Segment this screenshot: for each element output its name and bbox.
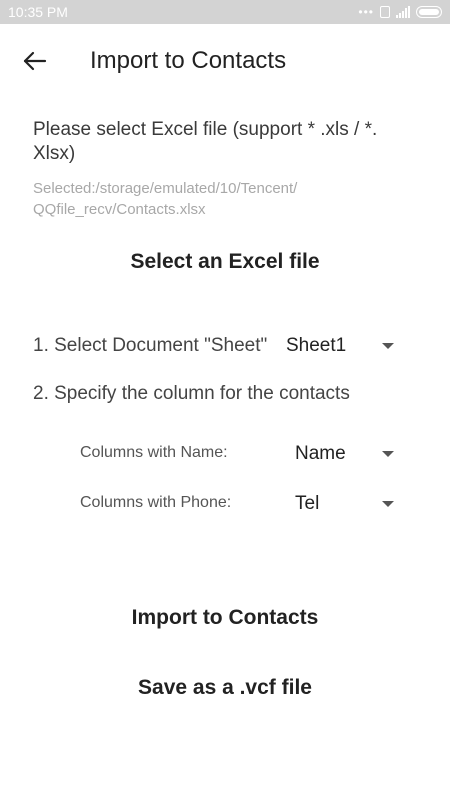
selected-file-path: Selected:/storage/emulated/10/Tencent/ Q… <box>33 180 298 218</box>
dropdown-arrow-icon <box>382 501 394 507</box>
save-vcf-button[interactable]: Save as a .vcf file <box>0 676 450 700</box>
status-icons: ••• <box>358 4 442 20</box>
name-column-value: Name <box>295 443 346 464</box>
status-time: 10:35 PM <box>8 4 68 20</box>
phone-column-dropdown[interactable]: Tel <box>295 492 401 516</box>
step1-label: 1. Select Document "Sheet" <box>33 335 268 356</box>
battery-icon <box>416 6 442 18</box>
more-dots-icon: ••• <box>358 5 374 19</box>
sheet-dropdown-value: Sheet1 <box>286 335 347 356</box>
file-format-hint: Please select Excel file (support * .xls… <box>33 119 378 164</box>
name-column-label: Columns with Name: <box>80 444 228 461</box>
sheet-dropdown[interactable]: Sheet1 <box>286 334 401 358</box>
screen: 10:35 PM ••• Import to Contacts Please s… <box>0 0 450 800</box>
dropdown-arrow-icon <box>382 343 394 349</box>
signal-icon <box>396 6 410 18</box>
arrow-left-icon[interactable] <box>20 46 50 76</box>
phone-column-label: Columns with Phone: <box>80 494 232 511</box>
status-bar: 10:35 PM ••• <box>0 0 450 24</box>
select-excel-file-button[interactable]: Select an Excel file <box>0 250 450 274</box>
phone-column-value: Tel <box>295 493 320 514</box>
import-to-contacts-button[interactable]: Import to Contacts <box>0 606 450 630</box>
page-title: Import to Contacts <box>90 47 287 74</box>
dropdown-arrow-icon <box>382 451 394 457</box>
step2-label: 2. Specify the column for the contacts <box>33 383 350 404</box>
sim-icon <box>380 6 390 18</box>
app-bar: Import to Contacts <box>0 24 450 98</box>
name-column-dropdown[interactable]: Name <box>295 442 401 466</box>
